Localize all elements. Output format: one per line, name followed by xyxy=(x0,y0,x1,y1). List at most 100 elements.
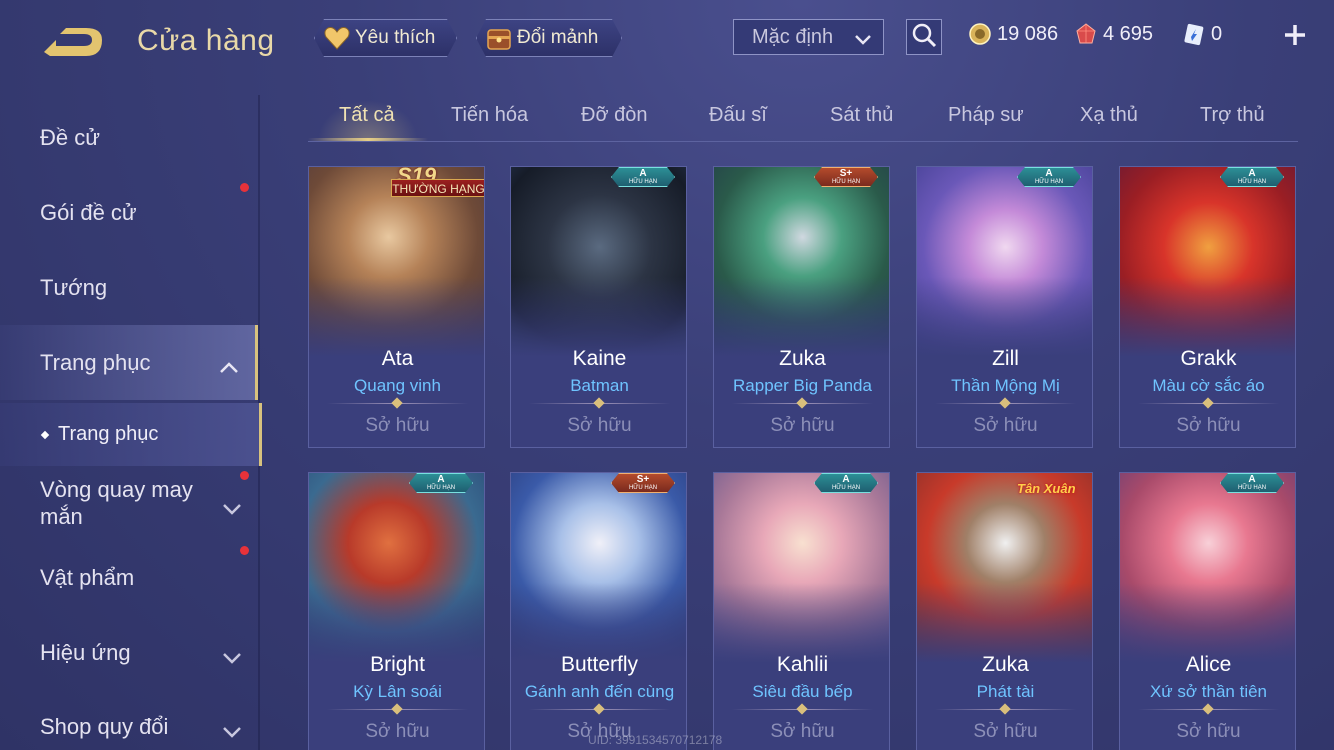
hero-name: Zill xyxy=(992,347,1019,370)
trade-shards-button[interactable]: Đổi mảnh xyxy=(476,19,622,57)
tab-evolution[interactable]: Tiến hóa xyxy=(451,104,528,127)
event-logo: Tân Xuân xyxy=(1017,481,1076,496)
owned-status: Sở hữu xyxy=(973,721,1038,742)
skin-name: Quang vinh xyxy=(354,376,441,395)
gold-balance: 19 086 xyxy=(968,22,1058,46)
chevron-down-icon xyxy=(222,495,242,515)
skin-card[interactable]: A HỮU HẠN Kahlii Siêu đầu bếp Sở hữu xyxy=(713,472,890,750)
rarity-badge: A HỮU HẠN xyxy=(1220,473,1284,493)
sidebar-item-featured[interactable]: Đề cử xyxy=(0,100,258,175)
tab-assassin[interactable]: Sát thủ xyxy=(830,104,893,127)
hero-name: Kahlii xyxy=(776,653,829,676)
sort-dropdown[interactable]: Mặc định xyxy=(733,19,884,55)
favorite-label: Yêu thích xyxy=(355,27,436,48)
tab-mage[interactable]: Pháp sư xyxy=(948,104,1024,127)
favorite-button[interactable]: Yêu thích xyxy=(314,19,457,57)
chevron-down-icon xyxy=(855,30,871,45)
tab-marksman[interactable]: Xạ thủ xyxy=(1080,104,1138,127)
sidebar-item-skins[interactable]: Trang phục xyxy=(0,325,258,400)
sidebar-item-featured-bundles[interactable]: Gói đề cử xyxy=(0,175,258,250)
rarity-badge: S+ HỮU HẠN xyxy=(814,167,878,187)
owned-status: Sở hữu xyxy=(365,415,430,436)
skin-card[interactable]: A HỮU HẠN Kaine Batman Sở hữu xyxy=(510,166,687,448)
skin-grid: S19 THƯỜNG HẠNG Ata Quang vinh Sở hữu AH… xyxy=(308,166,1298,750)
plus-icon xyxy=(1285,25,1305,45)
skin-card[interactable]: Tân Xuân Zuka Phát tài Sở hữu xyxy=(916,472,1093,750)
owned-status: Sở hữu xyxy=(973,415,1038,436)
hero-name: Zuka xyxy=(779,347,826,370)
voucher-value: 0 xyxy=(1211,22,1223,45)
add-currency-button[interactable] xyxy=(1282,22,1308,48)
page-title: Cửa hàng xyxy=(137,24,275,57)
gold-coin-icon xyxy=(968,22,992,46)
hero-name: Alice xyxy=(1185,653,1232,676)
sidebar-item-heroes[interactable]: Tướng xyxy=(0,250,258,325)
bullet-icon xyxy=(40,430,50,439)
search-icon xyxy=(911,22,937,53)
skin-name: Thần Mộng Mị xyxy=(951,376,1060,395)
tab-tank[interactable]: Đỡ đòn xyxy=(581,104,647,127)
tab-fighter[interactable]: Đấu sĩ xyxy=(709,104,767,127)
rarity-badge: A HỮU HẠN xyxy=(1220,167,1284,187)
skin-name: Màu cờ sắc áo xyxy=(1152,376,1265,395)
sidebar-item-label: Vật phẩm xyxy=(40,564,135,590)
gold-value: 19 086 xyxy=(997,22,1059,45)
skin-card[interactable]: S+ HỮU HẠN Zuka Rapper Big Panda Sở hữu xyxy=(713,166,890,448)
skin-card[interactable]: A HỮU HẠN Grakk Màu cờ sắc áo Sở hữu xyxy=(1119,166,1296,448)
skin-name: Xứ sở thần tiên xyxy=(1149,682,1268,701)
top-bar: Cửa hàng Yêu thích Đổi mảnh Mặc định 19 … xyxy=(0,0,1334,80)
hero-name: Butterfly xyxy=(560,653,639,676)
rarity-badge: A HỮU HẠN xyxy=(814,473,878,493)
active-tab-underline xyxy=(308,138,428,141)
owned-status: Sở hữu xyxy=(365,721,430,742)
treasure-chest-icon xyxy=(485,24,513,52)
chevron-down-icon xyxy=(222,719,242,738)
chevron-up-icon xyxy=(219,355,239,373)
rarity-badge: S+ HỮU HẠN xyxy=(611,473,675,493)
sidebar-item-label: Gói đề cử xyxy=(40,199,137,225)
skin-card[interactable]: A HỮU HẠN Bright Kỳ Lân soái Sở hữu xyxy=(308,472,485,750)
tab-all[interactable]: Tất cả xyxy=(339,104,395,127)
owned-status: Sở hữu xyxy=(1176,415,1241,436)
sidebar: Đề cử Gói đề cử Tướng Trang phục Trang p… xyxy=(0,95,262,750)
sidebar-item-label: Hiệu ứng xyxy=(40,639,131,665)
skin-card[interactable]: S19 THƯỜNG HẠNG Ata Quang vinh Sở hữu xyxy=(308,166,485,448)
ruby-value: 4 695 xyxy=(1103,22,1154,45)
category-tabs: Tất cả Tiến hóa Đỡ đòn Đấu sĩ Sát thủ Ph… xyxy=(308,98,1298,142)
owned-status: Sở hữu xyxy=(770,415,835,436)
sidebar-item-label: Trang phục xyxy=(40,349,151,375)
voucher-balance: 0 xyxy=(1182,22,1222,46)
search-button[interactable] xyxy=(906,19,942,55)
rank-ribbon: THƯỜNG HẠNG xyxy=(391,179,484,197)
tab-support[interactable]: Trợ thủ xyxy=(1200,104,1265,127)
skin-name: Rapper Big Panda xyxy=(733,376,872,395)
ruby-gem-icon xyxy=(1074,22,1098,46)
skin-card[interactable]: A HỮU HẠN Alice Xứ sở thần tiên Sở hữu xyxy=(1119,472,1296,750)
voucher-icon xyxy=(1182,22,1206,46)
sidebar-item-label: Vòng quay may mắn xyxy=(40,476,193,529)
sidebar-item-exchange-shop[interactable]: Shop quy đổi xyxy=(0,689,258,750)
sidebar-item-items[interactable]: Vật phẩm xyxy=(0,540,258,615)
skin-card[interactable]: A HỮU HẠN Zill Thần Mộng Mị Sở hữu xyxy=(916,166,1093,448)
skin-name: Phát tài xyxy=(976,682,1035,701)
rarity-badge: A HỮU HẠN xyxy=(409,473,473,493)
hero-name: Ata xyxy=(381,347,414,370)
notification-dot xyxy=(240,183,249,192)
sort-value: Mặc định xyxy=(752,25,834,48)
notification-dot xyxy=(240,546,249,555)
skin-card[interactable]: S+ HỮU HẠN Butterfly Gánh anh đến cùng Sở… xyxy=(510,472,687,750)
skin-name: Batman xyxy=(570,376,629,395)
hero-name: Kaine xyxy=(572,347,627,370)
back-icon[interactable] xyxy=(40,22,110,62)
rarity-badge: A HỮU HẠN xyxy=(1017,167,1081,187)
sidebar-item-label: Shop quy đổi xyxy=(40,713,169,739)
skin-name: Siêu đầu bếp xyxy=(752,682,853,701)
sidebar-item-label: Tướng xyxy=(40,274,108,300)
hero-name: Bright xyxy=(370,653,425,676)
notification-dot xyxy=(240,471,249,480)
skin-name: Kỳ Lân soái xyxy=(353,682,442,701)
sidebar-item-lucky-spin[interactable]: Vòng quay may mắn xyxy=(0,465,258,540)
sidebar-item-effects[interactable]: Hiệu ứng xyxy=(0,615,258,690)
owned-status: Sở hữu xyxy=(567,415,632,436)
sidebar-subitem-skins[interactable]: Trang phục xyxy=(0,403,262,466)
